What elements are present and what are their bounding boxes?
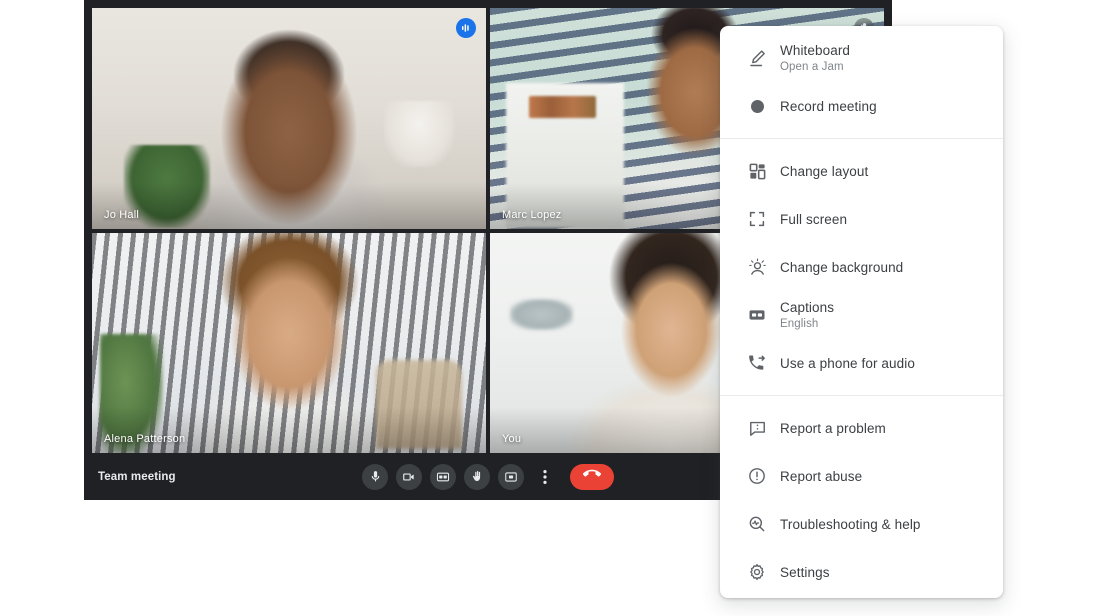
menu-item-captions[interactable]: Captions English <box>720 291 1003 339</box>
closed-captions-icon <box>436 470 450 484</box>
menu-section-tools: Whiteboard Open a Jam Record meeting <box>720 26 1003 138</box>
participant-name-label: Marc Lopez <box>502 208 562 221</box>
speaking-indicator-icon <box>456 18 476 38</box>
participant-video-feed <box>92 8 486 229</box>
menu-section-view: Change layout Full screen Change backgro… <box>720 139 1003 395</box>
menu-item-report-abuse[interactable]: Report abuse <box>720 452 1003 500</box>
menu-item-label: Captions <box>780 299 835 315</box>
menu-item-label: Troubleshooting & help <box>780 516 921 532</box>
menu-item-text: Record meeting <box>780 98 877 115</box>
menu-item-label: Record meeting <box>780 98 877 114</box>
menu-item-sublabel: English <box>780 317 819 330</box>
menu-item-label: Whiteboard <box>780 42 851 58</box>
menu-section-support: Report a problem Report abuse Troublesho… <box>720 396 1003 598</box>
gear-icon <box>742 562 772 582</box>
present-screen-button[interactable] <box>498 463 524 490</box>
menu-item-label: Report a problem <box>780 420 886 436</box>
raised-hand-icon <box>471 470 484 483</box>
meeting-title-label: Team meeting <box>98 470 176 483</box>
menu-item-label: Report abuse <box>780 468 863 484</box>
hangup-phone-icon <box>582 465 602 488</box>
pen-icon <box>742 48 772 69</box>
menu-item-troubleshooting-help[interactable]: Troubleshooting & help <box>720 500 1003 548</box>
menu-item-whiteboard[interactable]: Whiteboard Open a Jam <box>720 34 1003 82</box>
menu-item-text: Use a phone for audio <box>780 355 915 372</box>
menu-item-label: Settings <box>780 564 830 580</box>
captions-button[interactable] <box>430 463 456 490</box>
menu-item-record-meeting[interactable]: Record meeting <box>720 82 1003 130</box>
more-options-menu: Whiteboard Open a Jam Record meeting Cha… <box>720 26 1003 598</box>
participant-name-label: You <box>502 433 522 445</box>
participant-name-label: Alena Patterson <box>104 433 186 445</box>
menu-item-label: Full screen <box>780 211 848 227</box>
feedback-icon <box>742 419 772 438</box>
menu-item-text: Change layout <box>780 163 868 180</box>
phone-forward-icon <box>742 353 772 373</box>
menu-item-text: Full screen <box>780 211 847 228</box>
menu-item-text: Report a problem <box>780 420 886 437</box>
layout-grid-icon <box>742 162 772 181</box>
exclamation-circle-icon <box>742 466 772 486</box>
fullscreen-icon <box>742 210 772 228</box>
change-background-icon <box>742 257 772 278</box>
video-tile-participant-3[interactable]: Alena Patterson <box>92 232 486 453</box>
menu-item-report-a-problem[interactable]: Report a problem <box>720 404 1003 452</box>
menu-item-text: Settings <box>780 564 830 581</box>
menu-item-text: Report abuse <box>780 468 862 485</box>
troubleshoot-icon <box>742 514 772 534</box>
raise-hand-button[interactable] <box>464 463 490 490</box>
record-dot-icon <box>742 99 772 113</box>
menu-item-label: Use a phone for audio <box>780 355 915 371</box>
microphone-icon <box>369 470 382 483</box>
closed-captions-icon <box>742 305 772 325</box>
menu-item-change-layout[interactable]: Change layout <box>720 147 1003 195</box>
menu-item-label: Change layout <box>780 163 869 179</box>
menu-item-label: Change background <box>780 259 904 275</box>
video-camera-icon <box>402 470 416 484</box>
menu-item-full-screen[interactable]: Full screen <box>720 195 1003 243</box>
menu-item-sublabel: Open a Jam <box>780 60 844 73</box>
menu-item-text: Troubleshooting & help <box>780 516 921 533</box>
menu-item-use-phone-for-audio[interactable]: Use a phone for audio <box>720 339 1003 387</box>
more-options-button[interactable] <box>532 464 558 490</box>
menu-item-text: Change background <box>780 259 903 276</box>
more-vertical-icon <box>543 469 547 485</box>
menu-item-change-background[interactable]: Change background <box>720 243 1003 291</box>
participant-video-feed <box>92 232 486 453</box>
camera-button[interactable] <box>396 463 422 490</box>
present-screen-icon <box>504 470 518 484</box>
menu-item-settings[interactable]: Settings <box>720 548 1003 596</box>
menu-item-text: Captions English <box>780 299 834 332</box>
video-tile-participant-1[interactable]: Jo Hall <box>92 8 486 229</box>
call-controls <box>362 463 614 490</box>
microphone-button[interactable] <box>362 463 388 490</box>
leave-call-button[interactable] <box>570 463 614 490</box>
menu-item-text: Whiteboard Open a Jam <box>780 42 850 75</box>
participant-name-label: Jo Hall <box>104 208 140 221</box>
